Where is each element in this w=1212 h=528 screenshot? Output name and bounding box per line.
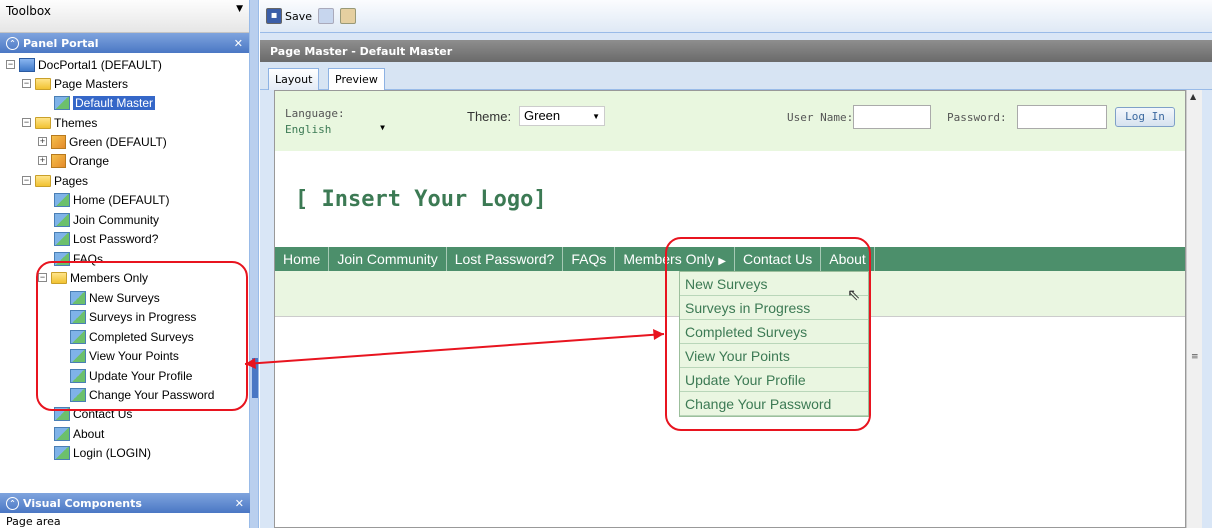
arrow-head-right-icon — [653, 329, 664, 340]
annotation-arrow — [244, 329, 665, 369]
arrow-line — [244, 333, 665, 365]
arrow-head-left-icon — [245, 358, 256, 369]
